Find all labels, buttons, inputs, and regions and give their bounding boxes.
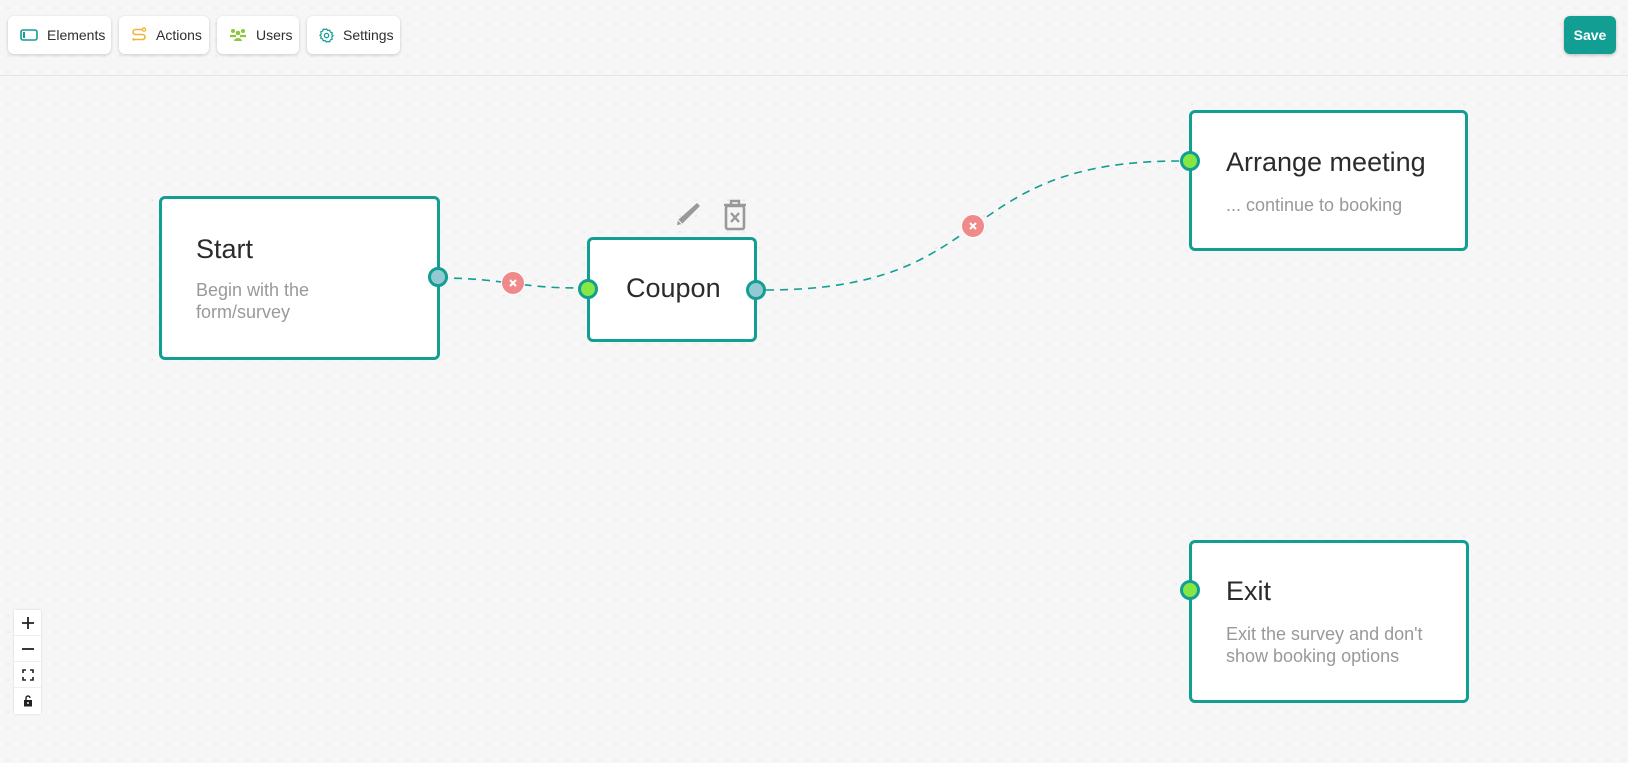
close-icon bbox=[969, 222, 977, 230]
pencil-icon bbox=[677, 203, 700, 225]
minus-icon bbox=[21, 647, 34, 650]
start-source-handle[interactable] bbox=[428, 267, 448, 287]
node-title: Start bbox=[196, 234, 254, 264]
node-title: Arrange meeting bbox=[1226, 147, 1426, 177]
node-description: ... continue to booking bbox=[1226, 195, 1403, 215]
zoom-out-button[interactable] bbox=[14, 636, 41, 662]
exit-target-handle[interactable] bbox=[1180, 580, 1200, 600]
delete-edge-button[interactable] bbox=[961, 214, 985, 238]
node-exit[interactable]: Exit Exit the survey and don't show book… bbox=[1189, 540, 1469, 703]
node-title: Exit bbox=[1226, 576, 1272, 606]
canvas-controls bbox=[14, 610, 41, 714]
arrange-target-handle[interactable] bbox=[1180, 151, 1200, 171]
trash-icon bbox=[724, 199, 746, 231]
unlock-icon bbox=[23, 695, 32, 707]
coupon-target-handle[interactable] bbox=[578, 279, 598, 299]
node-arrange-meeting[interactable]: Arrange meeting ... continue to booking bbox=[1189, 110, 1468, 251]
node-coupon[interactable]: Coupon bbox=[587, 237, 757, 342]
close-icon bbox=[509, 279, 517, 287]
node-description: Begin with the form/survey bbox=[196, 280, 310, 322]
node-start[interactable]: Start Begin with the form/survey bbox=[159, 196, 440, 360]
node-description: Exit the survey and don't show booking o… bbox=[1226, 624, 1423, 666]
zoom-in-button[interactable] bbox=[14, 610, 41, 636]
fit-view-button[interactable] bbox=[14, 662, 41, 688]
coupon-source-handle[interactable] bbox=[746, 280, 766, 300]
node-title: Coupon bbox=[626, 273, 721, 303]
plus-icon bbox=[21, 616, 34, 629]
fullscreen-icon bbox=[21, 668, 34, 681]
delete-node-button[interactable] bbox=[720, 198, 750, 237]
edit-node-button[interactable] bbox=[670, 198, 704, 237]
lock-toggle-button[interactable] bbox=[14, 688, 41, 714]
delete-edge-button[interactable] bbox=[501, 271, 525, 295]
